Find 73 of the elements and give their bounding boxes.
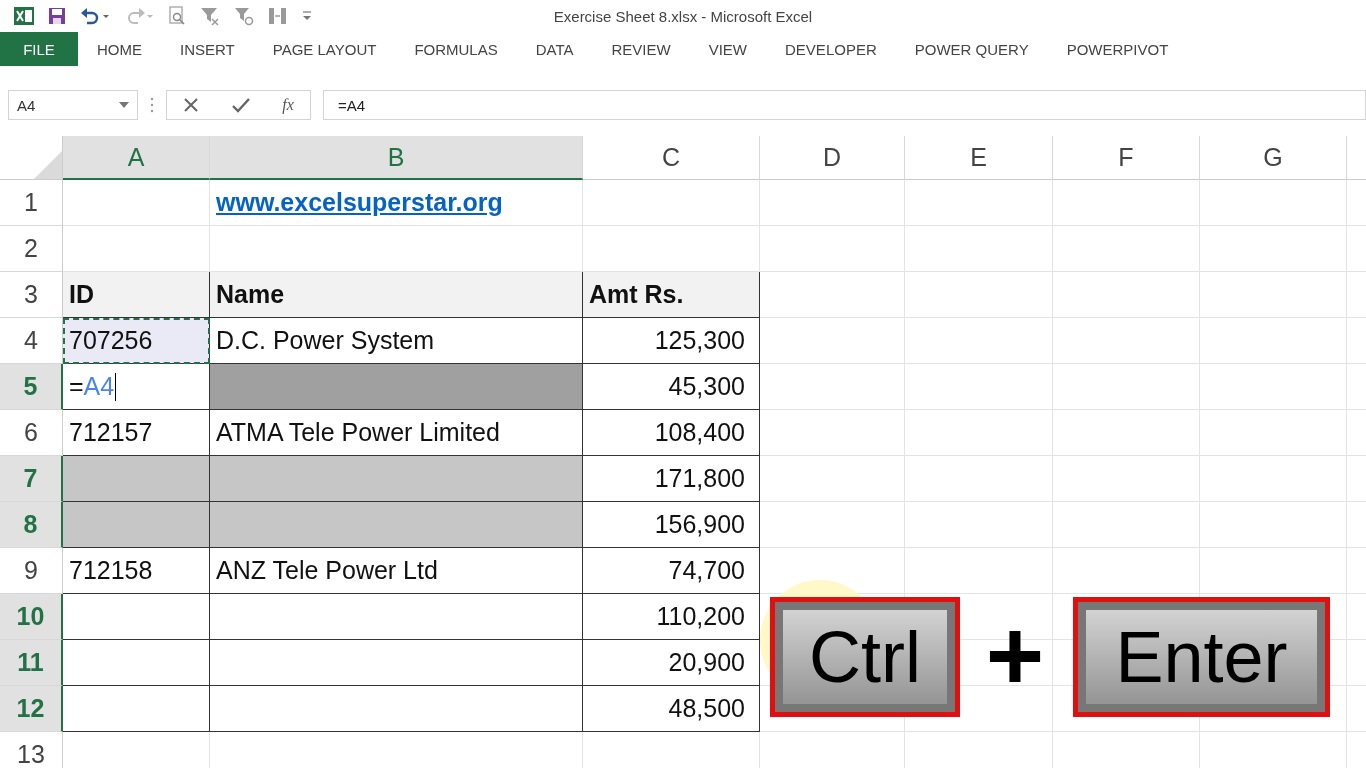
hyperlink[interactable]: www.excelsuperstar.org (216, 188, 503, 217)
column-header[interactable]: G (1200, 136, 1347, 180)
plus-sign: + (984, 600, 1046, 710)
grip-icon (150, 97, 154, 113)
table-header-cell[interactable]: Amt Rs. (583, 272, 760, 318)
customize-icon[interactable] (302, 9, 312, 23)
column-header[interactable]: E (905, 136, 1053, 180)
column-header[interactable]: D (760, 136, 905, 180)
table-cell[interactable] (63, 594, 210, 640)
ribbon-tab[interactable]: REVIEW (592, 32, 690, 66)
table-cell[interactable] (210, 686, 583, 732)
table-cell[interactable] (210, 364, 583, 410)
save-icon[interactable] (48, 7, 66, 25)
table-cell[interactable] (63, 456, 210, 502)
ribbon-tab[interactable]: HOME (78, 32, 161, 66)
editing-cell[interactable]: =A4 (63, 364, 210, 410)
ribbon-tab[interactable]: PAGE LAYOUT (253, 32, 396, 66)
table-cell[interactable]: 108,400 (583, 410, 760, 456)
print-preview-icon[interactable] (168, 6, 186, 26)
table-cell[interactable]: 110,200 (583, 594, 760, 640)
table-cell[interactable]: 20,900 (583, 640, 760, 686)
row-header[interactable]: 8 (0, 502, 63, 548)
row-header[interactable]: 7 (0, 456, 63, 502)
row-header[interactable]: 5 (0, 364, 63, 410)
table-header-cell[interactable]: ID (63, 272, 210, 318)
table-cell[interactable]: ANZ Tele Power Ltd (210, 548, 583, 594)
ribbon-tab[interactable]: POWERPIVOT (1047, 32, 1188, 66)
table-cell[interactable] (210, 594, 583, 640)
ribbon-tab[interactable]: DATA (516, 32, 593, 66)
ribbon-tab[interactable]: INSERT (161, 32, 254, 66)
table-cell[interactable]: ATMA Tele Power Limited (210, 410, 583, 456)
ribbon-tab[interactable]: FILE (0, 32, 78, 66)
table-cell[interactable] (210, 456, 583, 502)
column-header[interactable]: A (63, 136, 210, 180)
columns-icon[interactable] (268, 6, 288, 26)
row-header[interactable]: 11 (0, 640, 63, 686)
row-header[interactable]: 10 (0, 594, 63, 640)
clear-filter-icon[interactable] (200, 6, 220, 26)
table-cell[interactable] (63, 686, 210, 732)
keyboard-key: Enter (1073, 597, 1330, 717)
name-box[interactable]: A4 (8, 90, 138, 120)
column-header[interactable]: B (210, 136, 583, 180)
window-title: Exercise Sheet 8.xlsx - Microsoft Excel (553, 7, 813, 25)
table-header-cell[interactable]: Name (210, 272, 583, 318)
ribbon-tab[interactable]: DEVELOPER (766, 32, 896, 66)
checkmark-icon[interactable] (231, 97, 250, 113)
ribbon-tab[interactable]: FORMULAS (395, 32, 517, 66)
column-header[interactable]: F (1053, 136, 1200, 180)
ribbon-tab[interactable]: POWER QUERY (895, 32, 1048, 66)
table-cell[interactable]: 156,900 (583, 502, 760, 548)
ribbon-tab[interactable]: VIEW (689, 32, 767, 66)
excel-logo-icon (14, 7, 34, 25)
table-cell[interactable]: 171,800 (583, 456, 760, 502)
reapply-filter-icon[interactable] (234, 6, 254, 26)
table-cell[interactable] (210, 502, 583, 548)
table-cell[interactable]: 712158 (63, 548, 210, 594)
table-cell[interactable]: 712157 (63, 410, 210, 456)
table-cell[interactable] (210, 640, 583, 686)
table-cell[interactable]: D.C. Power System (210, 318, 583, 364)
table-cell[interactable] (63, 640, 210, 686)
keyboard-key: Ctrl (770, 597, 960, 717)
table-cell[interactable]: 48,500 (583, 686, 760, 732)
table-cell[interactable]: 125,300 (583, 318, 760, 364)
column-header[interactable]: C (583, 136, 760, 180)
table-cell[interactable]: 74,700 (583, 548, 760, 594)
undo-icon[interactable] (80, 7, 110, 25)
formula-input[interactable]: =A4 (323, 90, 1366, 120)
row-header[interactable]: 12 (0, 686, 63, 732)
table-cell[interactable] (63, 502, 210, 548)
cancel-icon[interactable] (183, 97, 200, 113)
table-cell[interactable]: 707256 (63, 318, 210, 364)
table-cell[interactable]: 45,300 (583, 364, 760, 410)
insert-function-button[interactable]: fx (282, 96, 294, 114)
